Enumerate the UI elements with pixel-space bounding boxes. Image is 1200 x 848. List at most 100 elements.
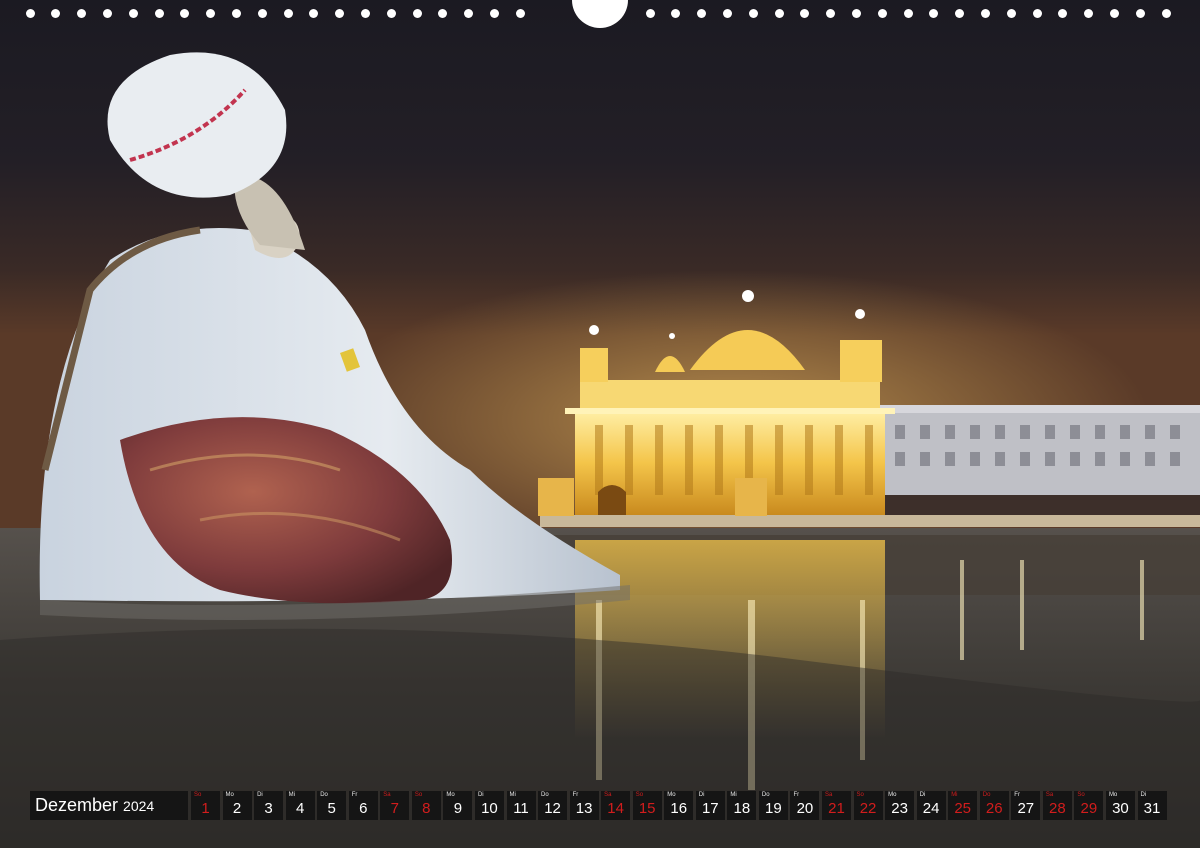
binding-hole [1032, 9, 1042, 18]
day-weekday: Sa [1045, 792, 1054, 798]
day-cell: So 15 [632, 791, 662, 820]
day-number: 21 [828, 800, 845, 817]
day-number: 25 [954, 800, 972, 817]
day-cell: Sa 14 [601, 791, 631, 820]
day-weekday: Mi [509, 792, 516, 798]
day-weekday: So [856, 792, 864, 798]
day-weekday: Mi [951, 792, 958, 798]
day-weekday: Di [698, 792, 705, 798]
day-cell: Do 5 [317, 791, 347, 820]
day-number: 16 [670, 800, 688, 817]
day-weekday: Di [1140, 792, 1147, 798]
day-cell: Fr 20 [790, 791, 820, 820]
day-weekday: So [414, 792, 423, 798]
binding-hole [774, 9, 784, 18]
day-cell: Di 24 [916, 791, 946, 820]
day-number: 2 [232, 800, 242, 817]
day-weekday: Do [541, 792, 549, 798]
day-weekday: Mi [288, 792, 295, 798]
binding-hole [1058, 9, 1068, 18]
binding-hole [980, 9, 990, 18]
day-cell: Di 31 [1137, 791, 1167, 820]
day-number: 26 [985, 800, 1003, 817]
day-number: 24 [922, 800, 940, 817]
binding-hole [438, 9, 448, 18]
day-number: 6 [359, 800, 368, 817]
day-weekday: Mi [730, 792, 737, 798]
day-cell: Mo 23 [885, 791, 915, 820]
day-cell: Mi 4 [285, 791, 315, 820]
binding-hole [283, 9, 293, 18]
day-weekday: Fr [572, 792, 579, 798]
binding-hole [697, 9, 707, 18]
day-weekday: So [194, 792, 202, 798]
binding-hole [877, 9, 887, 18]
day-cell: Sa 28 [1042, 791, 1072, 820]
day-weekday: Mo [667, 792, 676, 798]
binding-hole [128, 9, 138, 18]
day-weekday: Di [919, 792, 926, 798]
day-cell: Fr 13 [569, 791, 599, 820]
binding-hole [386, 9, 396, 18]
binding-hole [826, 9, 836, 18]
day-number: 10 [481, 800, 498, 817]
day-weekday: So [1077, 792, 1085, 798]
day-number: 1 [201, 800, 210, 817]
binding-hole [748, 9, 758, 18]
day-number: 4 [295, 800, 305, 817]
day-number: 14 [607, 800, 624, 817]
day-weekday: Sa [383, 792, 391, 798]
day-weekday: Mo [1108, 792, 1118, 798]
day-weekday: Do [761, 792, 770, 798]
month-year: 2024 [123, 797, 155, 814]
day-number: 28 [1049, 800, 1066, 817]
day-cell: Di 17 [695, 791, 725, 820]
day-cell: Do 19 [758, 791, 788, 820]
day-cell: Do 26 [979, 791, 1009, 820]
binding-hole [1135, 9, 1145, 18]
day-weekday: Mo [225, 792, 234, 798]
day-weekday: Fr [351, 792, 358, 798]
binding-hole [77, 9, 87, 18]
binding-hole [851, 9, 861, 18]
day-number: 29 [1080, 800, 1098, 817]
day-cell: Mo 30 [1105, 791, 1135, 820]
day-weekday: Do [982, 792, 991, 798]
day-cell: So 1 [191, 791, 220, 820]
day-cell: Mi 18 [727, 791, 757, 820]
day-number: 9 [453, 800, 463, 817]
day-weekday: Mo [888, 792, 897, 798]
day-number: 30 [1112, 800, 1129, 817]
day-weekday: Do [320, 792, 328, 798]
day-number: 8 [422, 800, 431, 817]
day-cell: Do 12 [538, 791, 568, 820]
day-cell: Mo 16 [664, 791, 694, 820]
binding-hole [51, 9, 61, 18]
binding-hole [335, 9, 345, 18]
binding-hole [360, 9, 370, 18]
day-cell: Di 10 [474, 791, 504, 820]
day-cell: Fr 6 [348, 791, 378, 820]
day-number: 3 [264, 800, 273, 817]
day-number: 31 [1143, 800, 1161, 817]
day-number: 19 [765, 800, 782, 817]
binding-hole [903, 9, 913, 18]
day-weekday: So [635, 792, 644, 798]
day-number: 5 [327, 800, 336, 817]
day-number: 7 [390, 800, 399, 817]
binding-hole [464, 9, 474, 18]
binding-hole [1161, 9, 1171, 18]
day-cell: Mo 2 [222, 791, 252, 820]
day-cell: Sa 7 [380, 791, 410, 820]
binding-hole [671, 9, 681, 18]
binding-hole [1084, 9, 1094, 18]
day-cell: Mo 9 [443, 791, 473, 820]
day-cell: Mi 11 [506, 791, 536, 820]
binding-hole [515, 9, 525, 18]
binding-hole [309, 9, 319, 18]
day-weekday: Mo [446, 792, 455, 798]
day-cell: So 22 [853, 791, 883, 820]
binding-hole [180, 9, 190, 18]
binding-hole [800, 9, 810, 18]
day-number: 23 [891, 800, 908, 817]
